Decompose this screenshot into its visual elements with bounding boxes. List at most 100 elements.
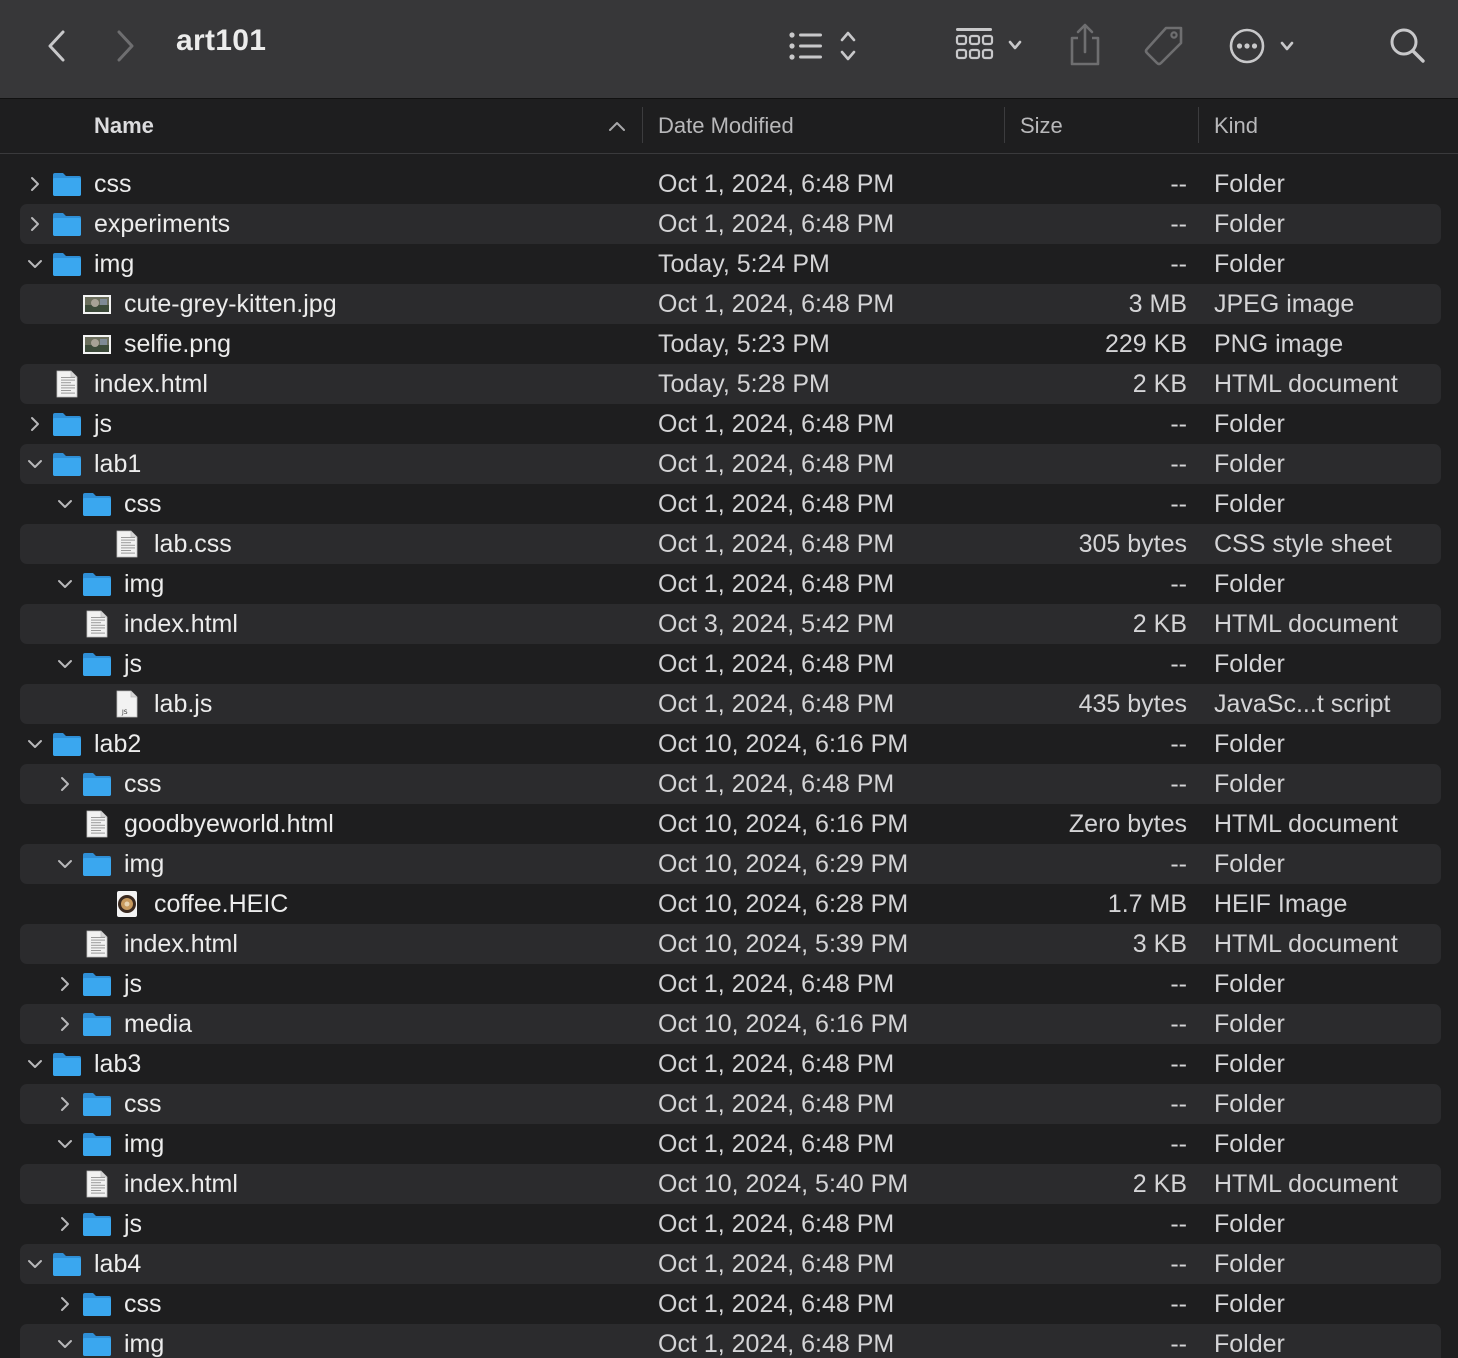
file-row[interactable]: js Oct 1, 2024, 6:48 PM -- Folder bbox=[20, 1204, 1441, 1244]
column-divider[interactable] bbox=[1198, 107, 1199, 143]
file-name: coffee.HEIC bbox=[154, 890, 289, 918]
disclosure-collapsed-icon[interactable] bbox=[54, 1093, 76, 1115]
file-name: img bbox=[124, 1130, 165, 1158]
column-date-modified[interactable]: Date Modified bbox=[658, 99, 998, 153]
file-row[interactable]: index.html Oct 3, 2024, 5:42 PM 2 KB HTML d… bbox=[20, 604, 1441, 644]
column-divider[interactable] bbox=[642, 107, 643, 143]
disclosure-expanded-icon[interactable] bbox=[54, 653, 76, 675]
file-row[interactable]: js Oct 1, 2024, 6:48 PM -- Folder bbox=[20, 644, 1441, 684]
file-row[interactable]: experiments Oct 1, 2024, 6:48 PM -- Folder bbox=[20, 204, 1441, 244]
file-name: img bbox=[94, 250, 135, 278]
disclosure-expanded-icon[interactable] bbox=[24, 1253, 46, 1275]
image-thumbnail-icon bbox=[82, 330, 112, 358]
file-name: css bbox=[124, 1290, 162, 1318]
file-date-modified: Oct 1, 2024, 6:48 PM bbox=[658, 170, 895, 198]
folder-icon bbox=[82, 1330, 112, 1358]
file-row[interactable]: js Oct 1, 2024, 6:48 PM -- Folder bbox=[20, 404, 1441, 444]
file-date-modified: Oct 1, 2024, 6:48 PM bbox=[658, 1210, 895, 1238]
file-row[interactable]: lab3 Oct 1, 2024, 6:48 PM -- Folder bbox=[20, 1044, 1441, 1084]
file-row[interactable]: img Oct 10, 2024, 6:29 PM -- Folder bbox=[20, 844, 1441, 884]
file-row[interactable]: lab1 Oct 1, 2024, 6:48 PM -- Folder bbox=[20, 444, 1441, 484]
disclosure-collapsed-icon[interactable] bbox=[54, 1213, 76, 1235]
file-row[interactable]: index.html Oct 10, 2024, 5:40 PM 2 KB HTML … bbox=[20, 1164, 1441, 1204]
file-row[interactable]: lab4 Oct 1, 2024, 6:48 PM -- Folder bbox=[20, 1244, 1441, 1284]
file-row[interactable]: img Oct 1, 2024, 6:48 PM -- Folder bbox=[20, 1124, 1441, 1164]
disclosure-expanded-icon[interactable] bbox=[54, 1333, 76, 1355]
column-size[interactable]: Size bbox=[1020, 99, 1190, 153]
file-date-modified: Oct 10, 2024, 6:28 PM bbox=[658, 890, 909, 918]
grid-group-icon bbox=[955, 28, 1022, 60]
column-kind-label: Kind bbox=[1214, 113, 1259, 138]
file-row[interactable]: css Oct 1, 2024, 6:48 PM -- Folder bbox=[20, 1284, 1441, 1324]
group-by-button[interactable] bbox=[952, 24, 1028, 68]
file-row[interactable]: selfie.png Today, 5:23 PM 229 KB PNG image bbox=[20, 324, 1441, 364]
file-row[interactable]: img Oct 1, 2024, 6:48 PM -- Folder bbox=[20, 1324, 1441, 1358]
disclosure-expanded-icon[interactable] bbox=[24, 453, 46, 475]
file-size: -- bbox=[1170, 1050, 1187, 1078]
file-name: lab4 bbox=[94, 1250, 142, 1278]
disclosure-collapsed-icon[interactable] bbox=[24, 173, 46, 195]
file-row[interactable]: JS lab.js Oct 1, 2024, 6:48 PM 435 bytes Jav… bbox=[20, 684, 1441, 724]
sort-ascending-icon bbox=[606, 115, 628, 137]
file-row[interactable]: coffee.HEIC Oct 10, 2024, 6:28 PM 1.7 MB HE… bbox=[20, 884, 1441, 924]
disclosure-expanded-icon[interactable] bbox=[24, 1053, 46, 1075]
disclosure-expanded-icon[interactable] bbox=[24, 253, 46, 275]
file-row[interactable]: img Oct 1, 2024, 6:48 PM -- Folder bbox=[20, 564, 1441, 604]
file-size: -- bbox=[1170, 970, 1187, 998]
file-date-modified: Today, 5:24 PM bbox=[658, 250, 830, 278]
disclosure-expanded-icon[interactable] bbox=[54, 573, 76, 595]
file-row[interactable]: lab2 Oct 10, 2024, 6:16 PM -- Folder bbox=[20, 724, 1441, 764]
file-row[interactable]: index.html Today, 5:28 PM 2 KB HTML documen… bbox=[20, 364, 1441, 404]
search-button[interactable] bbox=[1386, 24, 1430, 68]
file-size: -- bbox=[1170, 850, 1187, 878]
disclosure-collapsed-icon[interactable] bbox=[54, 1013, 76, 1035]
file-row[interactable]: css Oct 1, 2024, 6:48 PM -- Folder bbox=[20, 164, 1441, 204]
view-as-list-button[interactable] bbox=[786, 26, 866, 66]
more-actions-button[interactable] bbox=[1226, 24, 1300, 68]
file-date-modified: Oct 3, 2024, 5:42 PM bbox=[658, 610, 895, 638]
file-row[interactable]: media Oct 10, 2024, 6:16 PM -- Folder bbox=[20, 1004, 1441, 1044]
disclosure-collapsed-icon[interactable] bbox=[24, 413, 46, 435]
disclosure-collapsed-icon[interactable] bbox=[24, 213, 46, 235]
folder-icon bbox=[82, 650, 112, 678]
column-divider[interactable] bbox=[1004, 107, 1005, 143]
disclosure-expanded-icon[interactable] bbox=[24, 733, 46, 755]
file-row[interactable]: lab.css Oct 1, 2024, 6:48 PM 305 bytes CSS … bbox=[20, 524, 1441, 564]
disclosure-collapsed-icon[interactable] bbox=[54, 773, 76, 795]
file-row[interactable]: js Oct 1, 2024, 6:48 PM -- Folder bbox=[20, 964, 1441, 1004]
column-kind[interactable]: Kind bbox=[1214, 99, 1444, 153]
disclosure-expanded-icon[interactable] bbox=[54, 1133, 76, 1155]
file-row[interactable]: cute-grey-kitten.jpg Oct 1, 2024, 6:48 PM… bbox=[20, 284, 1441, 324]
file-row[interactable]: css Oct 1, 2024, 6:48 PM -- Folder bbox=[20, 1084, 1441, 1124]
file-row[interactable]: img Today, 5:24 PM -- Folder bbox=[20, 244, 1441, 284]
forward-button[interactable] bbox=[108, 26, 144, 66]
disclosure-collapsed-icon[interactable] bbox=[54, 973, 76, 995]
file-size: 2 KB bbox=[1132, 1170, 1187, 1198]
disclosure-expanded-icon[interactable] bbox=[54, 493, 76, 515]
file-size: -- bbox=[1170, 1010, 1187, 1038]
file-row[interactable]: css Oct 1, 2024, 6:48 PM -- Folder bbox=[20, 484, 1441, 524]
folder-icon bbox=[52, 170, 82, 198]
column-header: Name Date Modified Size Kind bbox=[0, 99, 1458, 154]
file-name: experiments bbox=[94, 210, 231, 238]
file-date-modified: Oct 1, 2024, 6:48 PM bbox=[658, 530, 895, 558]
file-size: -- bbox=[1170, 210, 1187, 238]
window-title: art101 bbox=[176, 24, 267, 57]
file-date-modified: Oct 1, 2024, 6:48 PM bbox=[658, 290, 895, 318]
file-date-modified: Oct 1, 2024, 6:48 PM bbox=[658, 490, 895, 518]
document-icon bbox=[82, 1170, 112, 1198]
file-kind: JPEG image bbox=[1214, 290, 1355, 318]
file-row[interactable]: index.html Oct 10, 2024, 5:39 PM 3 KB HTML … bbox=[20, 924, 1441, 964]
disclosure-expanded-icon[interactable] bbox=[54, 853, 76, 875]
document-icon bbox=[82, 930, 112, 958]
file-name: selfie.png bbox=[124, 330, 232, 358]
disclosure-collapsed-icon[interactable] bbox=[54, 1293, 76, 1315]
file-row[interactable]: css Oct 1, 2024, 6:48 PM -- Folder bbox=[20, 764, 1441, 804]
share-button[interactable] bbox=[1066, 22, 1104, 68]
file-row[interactable]: goodbyeworld.html Oct 10, 2024, 6:16 PM Ze… bbox=[20, 804, 1441, 844]
file-name: img bbox=[124, 570, 165, 598]
column-name[interactable]: Name bbox=[94, 99, 634, 153]
file-date-modified: Oct 1, 2024, 6:48 PM bbox=[658, 970, 895, 998]
back-button[interactable] bbox=[38, 26, 74, 66]
tag-button[interactable] bbox=[1142, 24, 1186, 68]
